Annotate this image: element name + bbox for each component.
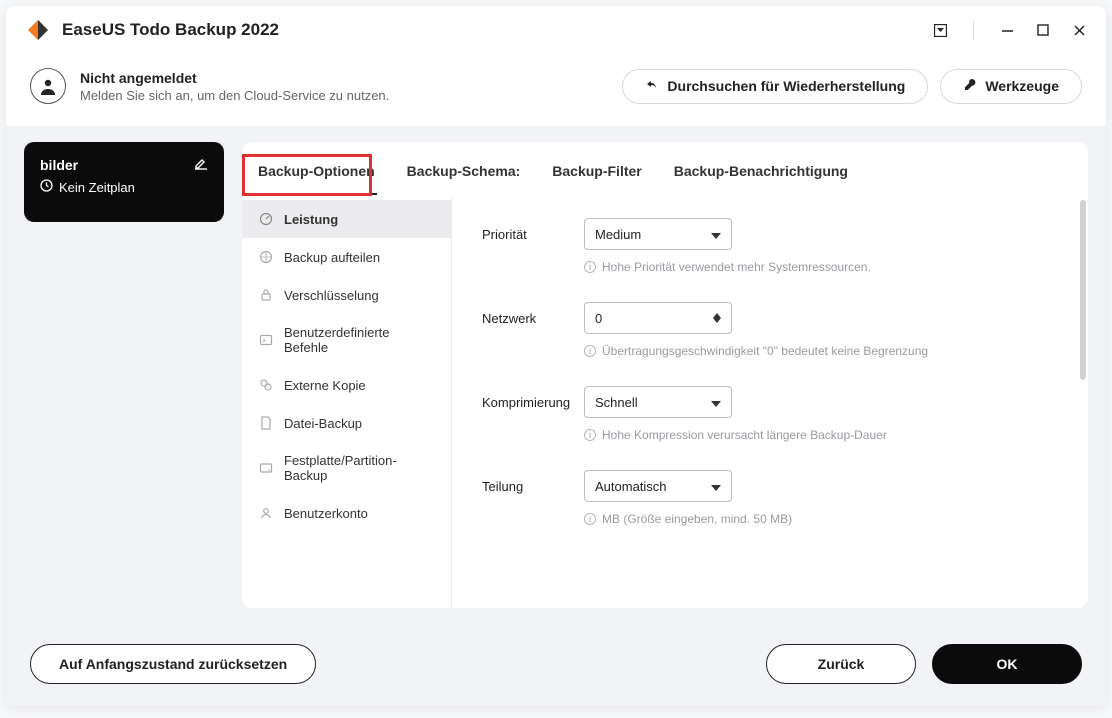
avatar[interactable] [30,68,66,104]
splitting-hint: i MB (Größe eingeben, mind. 50 MB) [584,512,1058,526]
close-icon[interactable] [1072,23,1086,37]
side-item-user-account[interactable]: Benutzerkonto [242,494,451,532]
gauge-icon [258,211,274,227]
network-spinner[interactable]: 0 [584,302,732,334]
tab-backup-notification[interactable]: Backup-Benachrichtigung [672,160,850,195]
side-item-offsite-copy[interactable]: Externe Kopie [242,366,451,404]
side-item-disk-backup[interactable]: Festplatte/Partition-Backup [242,442,451,494]
network-hint: i Übertragungsgeschwindigkeit "0" bedeut… [584,344,1058,358]
tab-backup-filter[interactable]: Backup-Filter [550,160,643,195]
compression-hint: i Hohe Kompression verursacht längere Ba… [584,428,1058,442]
network-label: Netzwerk [482,311,584,326]
tab-backup-options[interactable]: Backup-Optionen [256,160,377,195]
task-name: bilder [40,157,78,173]
app-title: EaseUS Todo Backup 2022 [62,20,933,40]
clock-icon [40,179,53,195]
options-side-list: Leistung Backup aufteilen Verschlüsselun… [242,196,452,608]
reset-button[interactable]: Auf Anfangszustand zurücksetzen [30,644,316,684]
backup-task-card[interactable]: bilder Kein Zeitplan [24,142,224,222]
info-icon: i [584,345,596,357]
tab-backup-schema[interactable]: Backup-Schema: [405,160,523,195]
titlebar-separator [973,20,974,40]
wrench-icon [963,78,977,95]
form-area: Priorität Medium i Hohe Priorität verwen… [452,196,1088,608]
splitting-dropdown[interactable]: Automatisch [584,470,732,502]
compression-label: Komprimierung [482,395,584,410]
titlebar: EaseUS Todo Backup 2022 [6,6,1106,54]
side-item-file-backup[interactable]: Datei-Backup [242,404,451,442]
splitting-label: Teilung [482,479,584,494]
file-icon [258,415,274,431]
main-panel: Backup-Optionen Backup-Schema: Backup-Fi… [242,142,1088,608]
terminal-icon [258,332,274,348]
tabs-bar: Backup-Optionen Backup-Schema: Backup-Fi… [242,142,1088,196]
edit-icon[interactable] [194,156,208,173]
user-icon [258,505,274,521]
browse-recovery-button[interactable]: Durchsuchen für Wiederherstellung [622,69,928,104]
back-button[interactable]: Zurück [766,644,916,684]
disk-icon [258,460,274,476]
side-item-custom-commands[interactable]: Benutzerdefinierte Befehle [242,314,451,366]
info-icon: i [584,429,596,441]
task-schedule-text: Kein Zeitplan [59,180,135,195]
priority-label: Priorität [482,227,584,242]
priority-dropdown[interactable]: Medium [584,218,732,250]
tools-button[interactable]: Werkzeuge [940,69,1082,104]
spinner-icon [713,313,721,323]
info-icon: i [584,513,596,525]
side-item-encryption[interactable]: Verschlüsselung [242,276,451,314]
chevron-down-icon [711,479,721,494]
overflow-menu-icon[interactable] [933,23,947,37]
chevron-down-icon [711,227,721,242]
priority-hint: i Hohe Priorität verwendet mehr Systemre… [584,260,1058,274]
info-icon: i [584,261,596,273]
minimize-icon[interactable] [1000,23,1014,37]
scrollbar-thumb[interactable] [1080,200,1086,380]
link-icon [258,377,274,393]
footer: Auf Anfangszustand zurücksetzen Zurück O… [6,626,1106,706]
split-icon [258,249,274,265]
header-row: Nicht angemeldet Melden Sie sich an, um … [6,54,1106,126]
compression-dropdown[interactable]: Schnell [584,386,732,418]
undo-icon [645,78,659,95]
chevron-down-icon [711,395,721,410]
ok-button[interactable]: OK [932,644,1082,684]
side-item-performance[interactable]: Leistung [242,200,451,238]
app-logo-icon [26,18,50,42]
side-item-split[interactable]: Backup aufteilen [242,238,451,276]
user-status: Nicht angemeldet [80,70,610,86]
maximize-icon[interactable] [1036,23,1050,37]
user-hint: Melden Sie sich an, um den Cloud-Service… [80,88,610,103]
lock-icon [258,287,274,303]
